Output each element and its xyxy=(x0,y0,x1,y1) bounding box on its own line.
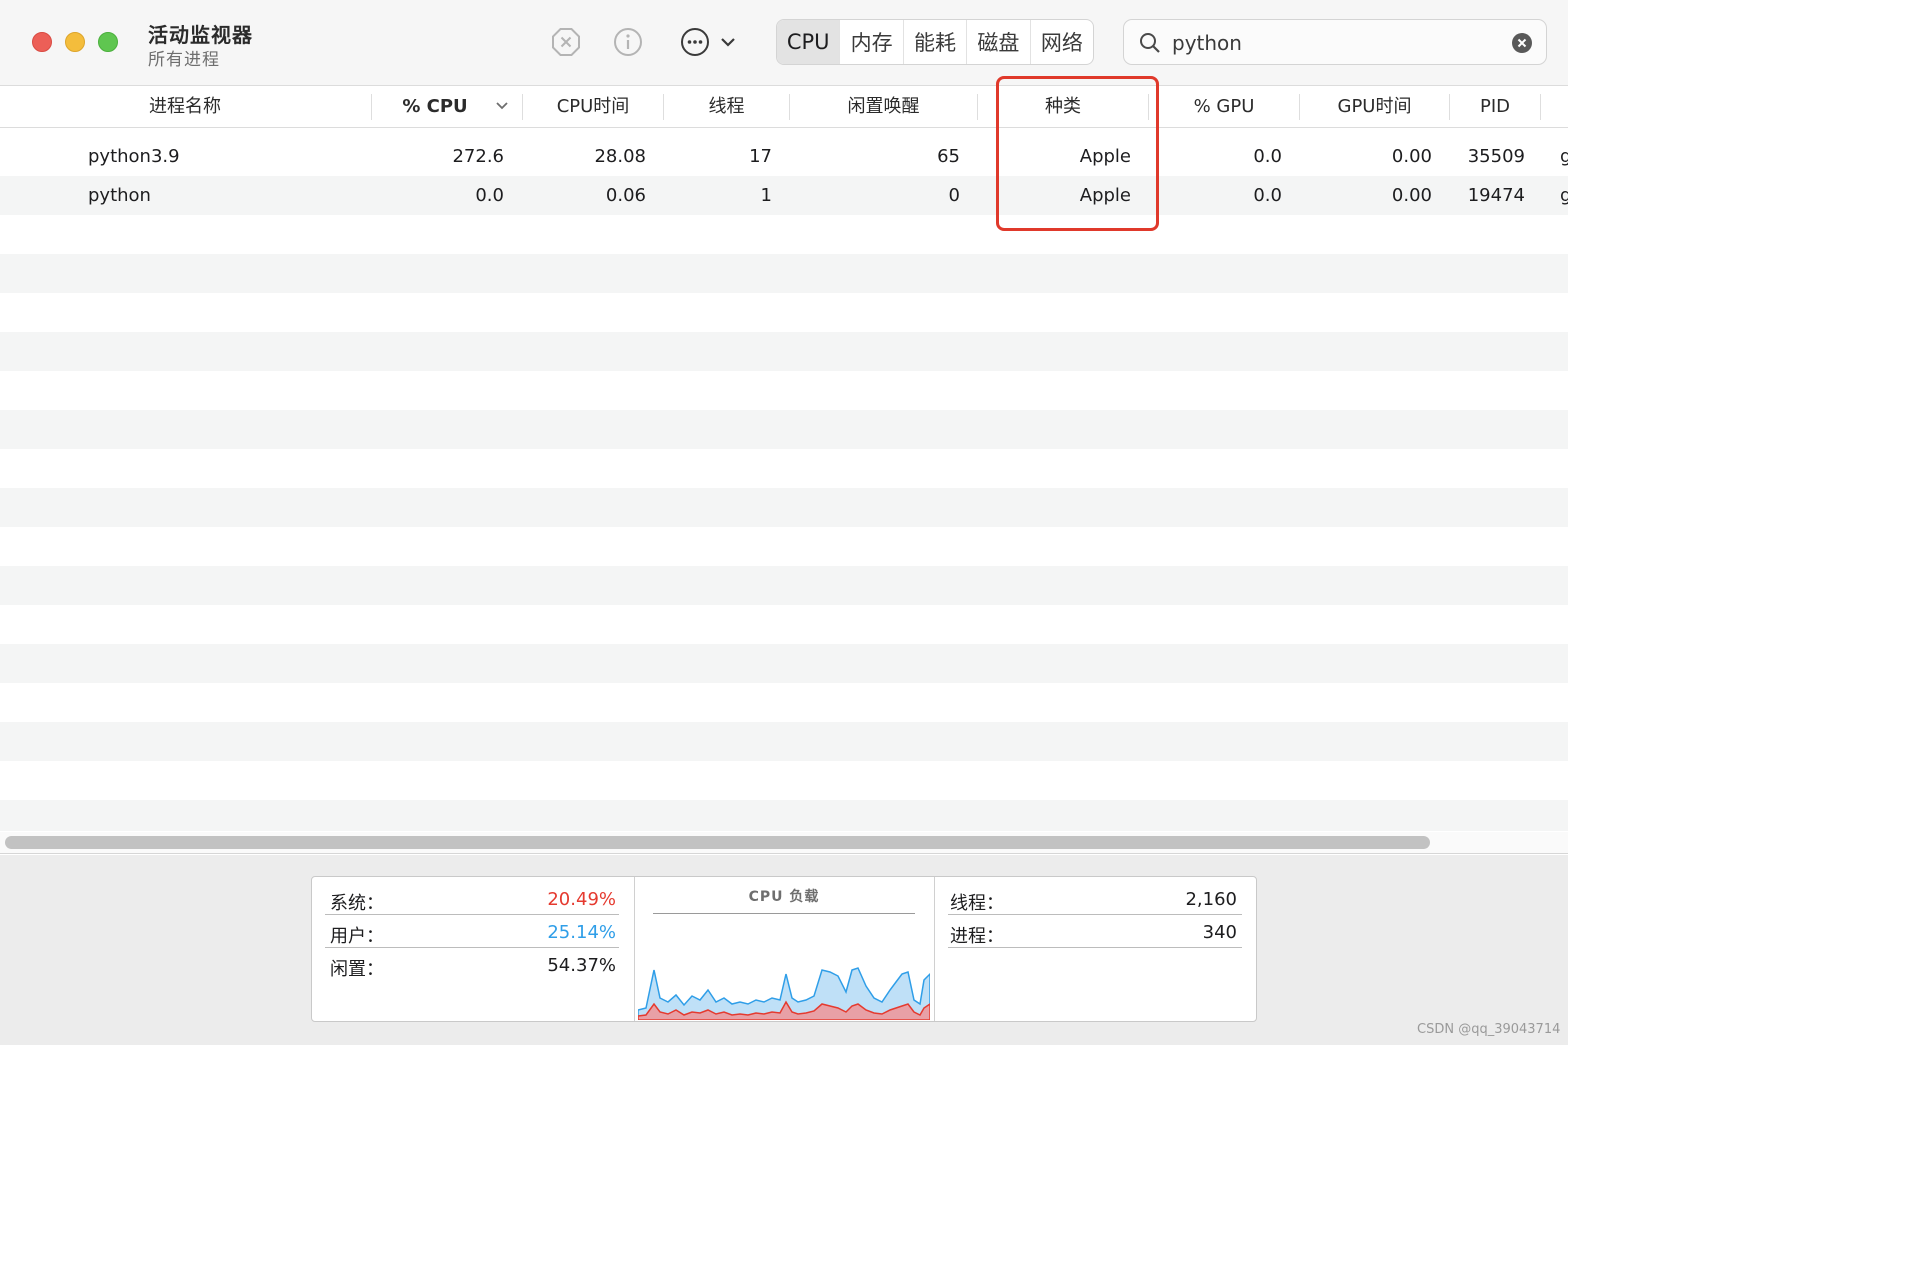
tab-memory[interactable]: 内存 xyxy=(839,20,902,64)
empty-row xyxy=(0,722,1568,761)
empty-row xyxy=(0,683,1568,722)
processes-value: 340 xyxy=(1202,922,1237,943)
cell-gpu-time: 0.00 xyxy=(1391,146,1432,167)
cell-pid: 35509 xyxy=(1467,146,1525,167)
cell-process-name: python3.9 xyxy=(88,146,180,167)
column-divider[interactable] xyxy=(1540,94,1541,120)
empty-row xyxy=(0,800,1568,831)
clear-search-icon[interactable] xyxy=(1511,32,1533,54)
empty-row xyxy=(0,605,1568,644)
user-value: 25.14% xyxy=(547,922,616,943)
zoom-window-button[interactable] xyxy=(98,32,118,52)
column-header-idle-wake-ups[interactable]: 闲置唤醒 xyxy=(790,86,977,128)
cell-threads: 1 xyxy=(760,185,772,206)
kind-column-highlight-box xyxy=(996,76,1159,231)
idle-value: 54.37% xyxy=(547,955,616,976)
empty-row xyxy=(0,410,1568,449)
watermark: CSDN @qq_39043714 xyxy=(1417,1022,1561,1037)
cell-idle-wake-ups: 0 xyxy=(948,185,960,206)
search-icon xyxy=(1140,33,1160,53)
window-subtitle[interactable]: 所有进程 xyxy=(148,45,220,70)
column-header-gpu-percent[interactable]: % GPU xyxy=(1149,86,1299,128)
processes-label: 进程： xyxy=(950,926,1004,947)
cell-idle-wake-ups: 65 xyxy=(937,146,960,167)
system-label: 系统： xyxy=(330,893,384,914)
horizontal-scrollbar-thumb[interactable] xyxy=(5,836,1430,849)
search-input[interactable] xyxy=(1172,27,1502,59)
empty-row xyxy=(0,371,1568,410)
tab-cpu[interactable]: CPU xyxy=(777,20,840,64)
cell-pid: 19474 xyxy=(1467,185,1525,206)
cell-threads: 17 xyxy=(749,146,772,167)
column-header-cpu-percent[interactable]: % CPU xyxy=(372,86,498,128)
cell-clipped-user: g xyxy=(1560,146,1568,167)
cell-gpu-time: 0.00 xyxy=(1391,185,1432,206)
empty-row xyxy=(0,293,1568,332)
column-header-threads[interactable]: 线程 xyxy=(664,86,789,128)
cpu-load-graph-title: CPU 负载 xyxy=(748,889,820,905)
process-table-body: python3.9 272.6 28.08 17 65 Apple 0.0 0.… xyxy=(0,137,1568,831)
empty-row xyxy=(0,215,1568,254)
cpu-load-graph xyxy=(638,967,930,1020)
table-row[interactable]: python 0.0 0.06 1 0 Apple 0.0 0.00 19474… xyxy=(0,176,1568,215)
stat-divider xyxy=(948,947,1242,948)
empty-row xyxy=(0,488,1568,527)
tab-energy[interactable]: 能耗 xyxy=(902,20,966,64)
stat-divider xyxy=(948,914,1242,915)
threads-label: 线程： xyxy=(950,893,1004,914)
info-icon[interactable] xyxy=(612,26,644,58)
column-header-cpu-time[interactable]: CPU时间 xyxy=(523,86,663,128)
stop-process-icon[interactable] xyxy=(550,26,582,58)
cell-clipped-user: g xyxy=(1560,185,1568,206)
table-header: 进程名称 % CPU CPU时间 线程 闲置唤醒 种类 % GPU GPU时间 … xyxy=(0,86,1568,128)
minimize-window-button[interactable] xyxy=(65,32,85,52)
chevron-down-icon[interactable] xyxy=(718,34,738,50)
cell-cpu-time: 0.06 xyxy=(605,185,646,206)
empty-row xyxy=(0,761,1568,800)
tab-disk[interactable]: 磁盘 xyxy=(966,20,1029,64)
tab-network[interactable]: 网络 xyxy=(1029,20,1093,64)
table-row[interactable]: python3.9 272.6 28.08 17 65 Apple 0.0 0.… xyxy=(0,137,1568,176)
idle-label: 闲置： xyxy=(330,959,384,980)
empty-row xyxy=(0,332,1568,371)
cell-gpu-percent: 0.0 xyxy=(1253,185,1282,206)
panel-divider xyxy=(934,877,935,1021)
cell-gpu-percent: 0.0 xyxy=(1253,146,1282,167)
close-window-button[interactable] xyxy=(32,32,52,52)
system-value: 20.49% xyxy=(547,889,616,910)
window-title: 活动监视器 xyxy=(148,23,253,47)
stat-divider xyxy=(325,914,619,915)
empty-row xyxy=(0,644,1568,683)
graph-title-rule xyxy=(653,913,915,914)
stat-divider xyxy=(325,947,619,948)
search-field[interactable] xyxy=(1123,19,1547,65)
threads-value: 2,160 xyxy=(1185,889,1237,910)
cell-process-name: python xyxy=(88,185,151,206)
cell-cpu-percent: 272.6 xyxy=(452,146,504,167)
cell-cpu-percent: 0.0 xyxy=(475,185,504,206)
empty-row xyxy=(0,449,1568,488)
cell-cpu-time: 28.08 xyxy=(594,146,646,167)
empty-row xyxy=(0,254,1568,293)
column-header-pid[interactable]: PID xyxy=(1450,86,1540,128)
empty-row xyxy=(0,566,1568,605)
user-label: 用户： xyxy=(330,926,384,947)
column-header-gpu-time[interactable]: GPU时间 xyxy=(1300,86,1449,128)
empty-row xyxy=(0,527,1568,566)
column-header-process-name[interactable]: 进程名称 xyxy=(0,86,370,128)
sort-descending-icon xyxy=(496,102,508,110)
more-actions-icon[interactable] xyxy=(679,26,711,58)
view-tabs: CPU 内存 能耗 磁盘 网络 xyxy=(776,19,1094,65)
